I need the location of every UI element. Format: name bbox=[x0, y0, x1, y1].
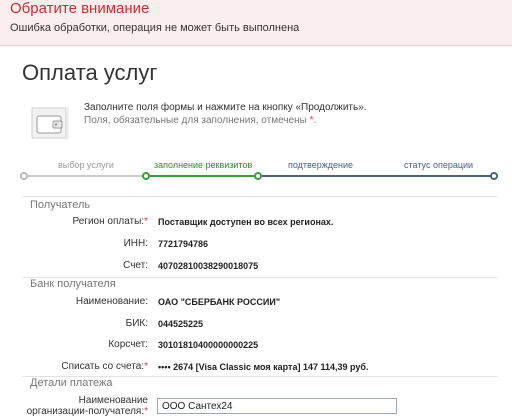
required-hint: Поля, обязательные для заполнения, отмеч… bbox=[84, 115, 316, 126]
step-label-status: статус операции bbox=[404, 160, 474, 170]
bank-name-label: Наименование: bbox=[75, 296, 148, 307]
step-track-active bbox=[146, 175, 258, 177]
debit-account-value[interactable]: •••• 2674 [Visa Classic моя карта] 147 1… bbox=[158, 362, 368, 372]
alert-message: Ошибка обработки, операция не может быть… bbox=[10, 22, 300, 34]
account-label: Счет: bbox=[123, 260, 148, 271]
error-alert: Обратите внимание Ошибка обработки, опер… bbox=[0, 0, 512, 46]
step-track-todo bbox=[258, 175, 494, 177]
debit-required-star: * bbox=[144, 361, 148, 372]
required-hint-text: Поля, обязательные для заполнения, отмеч… bbox=[84, 115, 307, 126]
progress-steps: выбор услуги заполнение реквизитов подтв… bbox=[20, 160, 498, 182]
bik-label: БИК: bbox=[125, 318, 148, 329]
inn-label: ИНН: bbox=[123, 238, 148, 249]
region-label-text: Регион оплаты: bbox=[72, 216, 145, 227]
section-recipient-heading: Получатель bbox=[30, 199, 91, 211]
region-required-star: * bbox=[144, 216, 148, 227]
account-value: 40702810038290018075 bbox=[158, 261, 259, 271]
step-dot-status bbox=[490, 172, 498, 180]
step-dot-start bbox=[20, 172, 28, 180]
section-payment-heading: Детали платежа bbox=[30, 377, 113, 389]
org-required-star: * bbox=[144, 406, 148, 417]
debit-account-label-text: Списать со счета: bbox=[61, 361, 145, 372]
step-label-select-service: выбор услуги bbox=[58, 160, 114, 170]
region-value: Поставщик доступен во всех регионах. bbox=[158, 217, 334, 227]
instruction-text: Заполните поля формы и нажмите на кнопку… bbox=[84, 102, 367, 113]
org-name-input[interactable] bbox=[157, 398, 397, 414]
corr-account-value: 30101810400000000225 bbox=[158, 340, 259, 350]
step-label-fill-details: заполнение реквизитов bbox=[154, 160, 253, 170]
debit-account-label: Списать со счета:* bbox=[61, 361, 148, 372]
org-name-label-line2: организации-получателя:* bbox=[27, 406, 148, 417]
step-dot-fill-details bbox=[142, 172, 150, 180]
org-name-label: Наименование организации-получателя:* bbox=[27, 395, 148, 417]
wallet-form-icon bbox=[31, 106, 69, 140]
required-hint-end: . bbox=[313, 115, 317, 126]
inn-value: 7721794786 bbox=[158, 239, 209, 249]
alert-title: Обратите внимание bbox=[10, 0, 150, 17]
step-track-done bbox=[22, 175, 146, 177]
section-divider bbox=[22, 196, 498, 197]
corr-account-label: Корсчет: bbox=[108, 339, 148, 350]
step-dot-confirm bbox=[254, 172, 262, 180]
section-bank-heading: Банк получателя bbox=[30, 278, 116, 290]
page-title: Оплата услуг bbox=[22, 60, 158, 85]
region-label: Регион оплаты:* bbox=[73, 216, 149, 227]
org-name-label-line1: Наименование bbox=[78, 395, 148, 406]
bik-value: 044525225 bbox=[158, 319, 204, 329]
org-name-label-line2-text: организации-получателя: bbox=[26, 406, 145, 417]
bank-name-value: ОАО "СБЕРБАНК РОССИИ" bbox=[158, 297, 281, 307]
step-label-confirm: подтверждение bbox=[288, 160, 354, 170]
